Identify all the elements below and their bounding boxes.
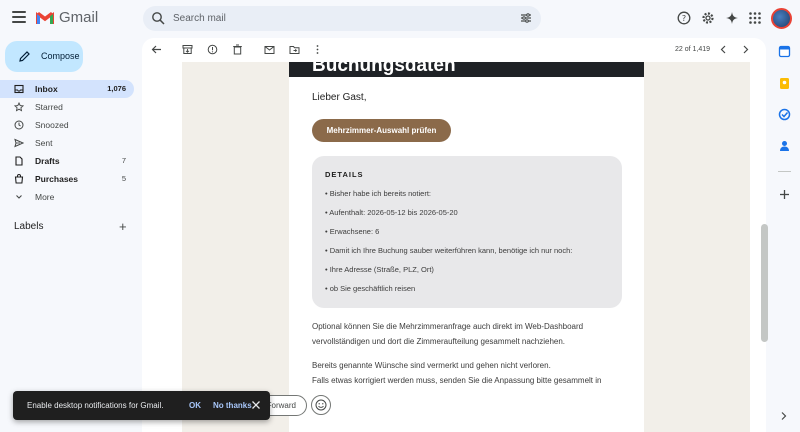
sidebar-nav: Inbox 1,076 Starred Snoozed Sent Drafts … [0, 80, 134, 206]
keep-icon[interactable] [778, 77, 791, 90]
svg-text:?: ? [682, 14, 686, 23]
search-bar[interactable] [143, 6, 541, 31]
email-content-card: Buchungsdaten Lieber Gast, Mehrzimmer-Au… [289, 62, 644, 432]
gmail-logo-text: Gmail [59, 9, 99, 26]
emoji-reaction-button[interactable] [311, 395, 331, 415]
chevron-down-icon [16, 195, 22, 199]
multi-room-review-button[interactable]: Mehrzimmer-Auswahl prüfen [312, 119, 451, 142]
forward-label: Forward [266, 401, 296, 410]
tasks-icon[interactable] [778, 108, 791, 121]
apps-grid-icon[interactable] [748, 11, 762, 25]
pagination-text: 22 of 1,419 [675, 46, 711, 53]
more-options-icon[interactable] [312, 44, 323, 55]
details-line: • Aufenthalt: 2026-05-12 bis 2026-05-20 [325, 208, 458, 217]
clock-icon [14, 120, 24, 130]
sidebar-item-drafts[interactable]: Drafts 7 [0, 152, 134, 170]
purchases-count: 5 [121, 174, 126, 183]
sidebar-item-starred[interactable]: Starred [0, 98, 134, 116]
details-box: DETAILS • Bisher habe ich bereits notier… [312, 156, 622, 308]
details-line: • Bisher habe ich bereits notiert: [325, 189, 432, 198]
archive-icon[interactable] [182, 44, 193, 55]
labels-heading: Labels [14, 221, 44, 232]
sidebar-item-snoozed[interactable]: Snoozed [0, 116, 134, 134]
email-header-band: Buchungsdaten [289, 62, 644, 77]
email-paragraph: Optional können Sie die Mehrzimmeranfrag… [312, 322, 584, 346]
search-options-icon[interactable] [520, 12, 532, 24]
details-line: • Ihre Adresse (Straße, PLZ, Ort) [325, 265, 434, 274]
sidebar-item-more[interactable]: More [0, 188, 134, 206]
email-header-title: Buchungsdaten [312, 62, 456, 76]
sidebar-item-label: Drafts [35, 156, 60, 166]
email-greeting: Lieber Gast, [312, 92, 367, 103]
main-menu-icon[interactable] [12, 11, 26, 23]
mark-unread-icon[interactable] [264, 44, 275, 55]
newer-chevron-icon[interactable] [718, 44, 729, 55]
search-input[interactable] [173, 9, 503, 28]
search-icon[interactable] [151, 11, 165, 25]
report-spam-icon[interactable] [207, 44, 218, 55]
gmail-logo[interactable]: Gmail [36, 9, 98, 26]
email-paragraph: Bereits genannte Wünsche sind vermerkt u… [312, 361, 551, 370]
sidebar-item-purchases[interactable]: Purchases 5 [0, 170, 134, 188]
gmail-m-icon [36, 11, 54, 24]
shopping-bag-icon [14, 174, 24, 184]
add-addon-plus-icon[interactable] [778, 188, 791, 201]
send-icon [14, 138, 24, 148]
inbox-icon [14, 84, 24, 94]
message-panel: 22 of 1,419 Buchungsdaten Lieber Gast, M… [142, 38, 766, 432]
older-chevron-icon[interactable] [740, 44, 751, 55]
compose-button[interactable]: Compose [5, 41, 83, 72]
notification-toast: Enable desktop notifications for Gmail. … [13, 391, 270, 420]
move-to-folder-icon[interactable] [289, 44, 300, 55]
drafts-count: 7 [121, 156, 126, 165]
message-toolbar: 22 of 1,419 [142, 38, 766, 62]
back-arrow-icon[interactable] [151, 44, 162, 55]
details-line: • ob Sie geschäftlich reisen [325, 284, 416, 293]
email-body: Buchungsdaten Lieber Gast, Mehrzimmer-Au… [182, 62, 750, 432]
draft-icon [15, 156, 23, 166]
calendar-icon[interactable] [778, 45, 791, 58]
sidebar-item-label: Sent [35, 138, 53, 148]
sidebar-item-label: Inbox [35, 84, 58, 94]
sidebar-item-inbox[interactable]: Inbox 1,076 [0, 80, 134, 98]
expand-side-panel-chevron-icon[interactable] [780, 411, 788, 421]
details-line: • Damit ich Ihre Buchung sauber weiterfü… [325, 246, 573, 255]
help-icon[interactable]: ? [677, 11, 691, 25]
account-avatar[interactable] [771, 8, 792, 29]
sidebar-item-label: More [35, 192, 55, 202]
email-paragraph: Falls etwas korrigiert werden muss, send… [312, 376, 602, 385]
sidebar-item-label: Snoozed [35, 120, 69, 130]
sidebar-item-label: Starred [35, 102, 63, 112]
details-line: • Erwachsene: 6 [325, 227, 380, 236]
trash-icon[interactable] [232, 44, 243, 55]
message-scrollbar[interactable] [761, 224, 768, 342]
contacts-icon[interactable] [778, 139, 791, 152]
create-label-plus-icon[interactable]: + [119, 219, 127, 234]
gemini-sparkle-icon[interactable] [725, 11, 739, 25]
details-heading: DETAILS [325, 170, 364, 179]
smiley-icon [315, 399, 327, 411]
pencil-icon [19, 51, 30, 62]
star-icon [14, 102, 24, 112]
sidebar-item-sent[interactable]: Sent [0, 134, 134, 152]
toast-message: Enable desktop notifications for Gmail. [27, 401, 164, 410]
sidebar-item-label: Purchases [35, 174, 78, 184]
top-bar: Gmail ? [0, 0, 800, 38]
side-panel-divider [778, 171, 791, 172]
toast-ok-button[interactable]: OK [189, 401, 201, 410]
settings-gear-icon[interactable] [701, 11, 715, 25]
toast-no-thanks-button[interactable]: No thanks [213, 401, 252, 410]
compose-label: Compose [41, 51, 80, 61]
close-icon[interactable] [251, 400, 261, 410]
unread-count: 1,076 [107, 84, 126, 93]
